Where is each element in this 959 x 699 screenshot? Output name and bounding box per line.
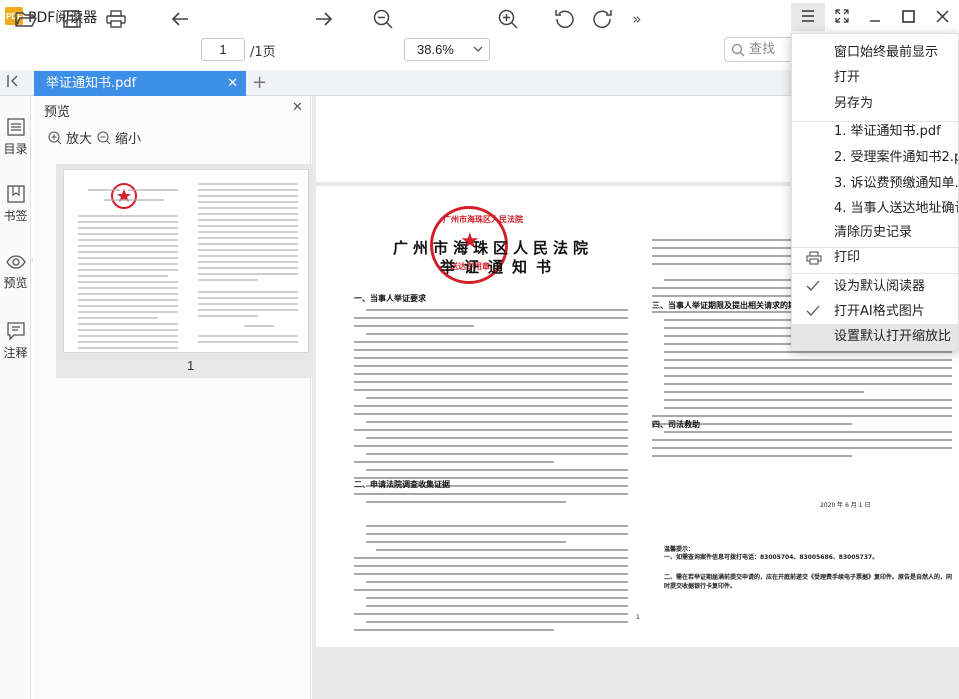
save-button[interactable] [58,6,86,32]
section-heading: 四、司法救助 [652,420,700,429]
zoom-value: 38.6% [417,42,454,57]
thumbnail-page-number: 1 [187,358,195,373]
nav-item-toc[interactable]: 目录 [0,118,31,157]
section-heading: 三、当事人举证期限及提出相关请求的期限 [652,301,804,310]
zoom-in-icon[interactable] [48,130,62,145]
menu-item-default-zoom[interactable]: 设置默认打开缩放比 [792,324,958,350]
zoom-select[interactable]: 38.6% [404,38,490,61]
menu-item-recent-2[interactable]: 2. 受理案件通知书2.pdf [792,145,958,171]
next-page-button[interactable] [311,6,337,32]
menu-item-save-as[interactable]: 另存为 [792,91,958,117]
toc-icon [6,118,25,136]
eye-icon [5,255,26,269]
printer-icon [806,251,822,265]
preview-close-icon[interactable]: ✕ [292,100,303,115]
preview-title: 预览 [44,105,71,120]
rotate-right-icon [593,10,612,28]
sidebar-toggle-button[interactable] [6,74,20,92]
menu-item-print[interactable]: 打印 [792,245,958,271]
rotate-left-icon [555,10,574,28]
nav-label: 书签 [3,209,28,223]
menu-item-always-on-top[interactable]: 窗口始终最前显示 [792,40,958,66]
print-button[interactable] [102,6,130,32]
reminder-item: 一、如需查询案件信息可拨打电话：83005704、83005686、830057… [664,554,879,561]
preview-zoom-tools: 放大 缩小 [48,128,141,147]
maximize-icon [901,9,915,23]
document-date: 2020 年 6 月 1 日 [820,502,871,509]
zoom-out-button[interactable] [369,6,397,32]
tab-label: 举证通知书.pdf [46,76,137,91]
zoom-out-icon[interactable] [97,130,111,145]
folder-open-icon [15,12,37,27]
arrow-left-icon [171,12,188,26]
rotate-left-button[interactable] [551,6,579,32]
nav-item-bookmark[interactable]: 书签 [0,185,31,224]
more-tools-button[interactable]: » [626,6,648,32]
reminder-title: 温馨提示： [664,546,695,553]
search-input[interactable]: 查找 [724,37,794,62]
nav-item-preview[interactable]: 预览 [0,254,31,291]
preview-zoom-in-label[interactable]: 放大 [66,128,92,147]
left-nav: 目录 书签 预览 注释 [0,96,31,699]
tab-close-icon[interactable]: ✕ [227,71,238,96]
minimize-icon [870,20,880,22]
thumbnail-content [78,183,298,349]
menu-item-recent-4[interactable]: 4. 当事人送达地址确认书.pdf [792,196,958,222]
comment-icon [6,322,25,340]
menu-item-clear-history[interactable]: 清除历史记录 [792,220,958,246]
nav-item-comment[interactable]: 注释 [0,322,31,361]
new-tab-button[interactable]: + [252,72,267,93]
page-thumbnail[interactable] [63,169,309,353]
zoom-out-icon [373,9,393,29]
search-placeholder: 查找 [749,42,776,57]
prev-page-button[interactable] [167,6,193,32]
fullscreen-icon [835,9,849,23]
bookmark-icon [6,185,25,203]
reminder-item: 二、需在若举证期届满前提交申请的，应在开庭前递交《受理费手续电子票据》复印件。原… [664,574,953,590]
page-footer-number: 1 [636,614,640,621]
hamburger-icon [802,10,814,22]
collapse-sidebar-icon [7,75,18,87]
menu-item-recent-3[interactable]: 3. 诉讼费预缴通知单.pdf [792,171,958,197]
nav-label: 目录 [3,142,28,156]
close-window-button[interactable] [925,3,959,29]
menu-item-open-ai-images[interactable]: 打开AI格式图片 [792,299,958,325]
fullscreen-button[interactable] [825,3,859,29]
check-icon [806,305,820,316]
check-icon [806,280,820,291]
arrow-right-icon [316,12,333,26]
search-icon [731,43,745,57]
nav-label: 预览 [3,276,28,290]
save-icon [63,10,81,28]
page-number-input[interactable]: 1 [201,38,245,61]
menu-item-set-default-reader[interactable]: 设为默认阅读器 [792,274,958,300]
section-heading: 二、申请法院调查收集证据 [354,480,450,489]
open-button[interactable] [12,6,40,32]
chevron-down-icon [473,46,483,52]
menu-item-recent-1[interactable]: 1. 举证通知书.pdf [792,119,958,145]
zoom-in-icon [498,9,518,29]
minimize-button[interactable] [858,3,892,29]
menu-button[interactable] [791,3,825,29]
close-icon [936,10,948,22]
preview-zoom-out-label[interactable]: 缩小 [115,128,141,147]
zoom-in-button[interactable] [494,6,522,32]
menu-item-label: 设为默认阅读器 [834,279,926,294]
menu-item-open[interactable]: 打开 [792,65,958,91]
rotate-right-button[interactable] [588,6,616,32]
tab-document[interactable]: 举证通知书.pdf ✕ [34,71,246,96]
main-menu-dropdown: 窗口始终最前显示 打开 另存为 1. 举证通知书.pdf 2. 受理案件通知书2… [791,33,959,351]
printer-icon [106,10,126,28]
menu-item-label: 打开AI格式图片 [834,304,925,319]
maximize-button[interactable] [891,3,925,29]
nav-label: 注释 [3,346,28,360]
page-total-label: /1页 [250,45,276,60]
menu-item-label: 打印 [834,250,861,265]
